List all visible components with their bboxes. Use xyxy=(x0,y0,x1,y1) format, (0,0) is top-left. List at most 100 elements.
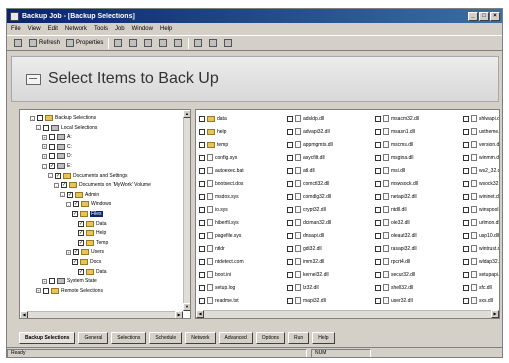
file-item[interactable]: ntdll.dll xyxy=(375,205,445,214)
scroll-up-icon[interactable]: ▲ xyxy=(183,110,190,118)
file-checkbox[interactable] xyxy=(287,271,293,278)
tree-checkbox[interactable] xyxy=(78,268,84,275)
tree-node[interactable]: - Windows xyxy=(66,200,111,208)
file-item[interactable]: io.sys xyxy=(199,205,269,214)
tab-help[interactable]: Help xyxy=(312,332,335,344)
file-checkbox[interactable] xyxy=(199,180,205,187)
file-checkbox[interactable] xyxy=(375,128,381,135)
file-item[interactable]: autoexec.bat xyxy=(199,166,269,175)
file-checkbox[interactable] xyxy=(375,245,381,252)
collapse-icon[interactable]: - xyxy=(42,163,47,169)
file-item[interactable]: ws2_32.dll xyxy=(463,166,499,175)
file-checkbox[interactable] xyxy=(287,180,293,187)
expand-icon[interactable]: + xyxy=(66,249,71,255)
file-item[interactable]: setup.log xyxy=(199,283,269,292)
tree-node[interactable]: - Documents and Settings xyxy=(48,172,127,180)
file-item[interactable]: comctl32.dll xyxy=(287,179,357,188)
file-checkbox[interactable] xyxy=(463,297,469,304)
file-checkbox[interactable] xyxy=(199,128,205,135)
file-item[interactable]: dnsapi.dll xyxy=(287,231,357,240)
file-item[interactable]: msi.dll xyxy=(375,166,445,175)
file-checkbox[interactable] xyxy=(375,193,381,200)
select-button[interactable] xyxy=(173,38,184,49)
tab-general[interactable]: General xyxy=(78,332,109,344)
file-checkbox[interactable] xyxy=(287,141,293,148)
refresh-button[interactable]: Refresh xyxy=(28,38,61,49)
file-checkbox[interactable] xyxy=(375,258,381,265)
file-item[interactable]: mscms.dll xyxy=(375,140,445,149)
expand-icon[interactable]: + xyxy=(42,278,47,284)
tree-vertical-scrollbar[interactable]: ▲ ▼ xyxy=(183,110,190,311)
file-checkbox[interactable] xyxy=(375,297,381,304)
tree-checkbox[interactable] xyxy=(37,115,43,121)
file-checkbox[interactable] xyxy=(287,167,293,174)
tree-checkbox[interactable] xyxy=(78,220,84,227)
expand-icon[interactable]: + xyxy=(42,144,47,150)
file-checkbox[interactable] xyxy=(287,115,293,122)
collapse-icon[interactable]: - xyxy=(30,115,35,121)
file-item[interactable]: temp xyxy=(199,140,269,149)
tree-node[interactable]: Help xyxy=(78,229,106,237)
tree-node[interactable]: - Backup Selections xyxy=(30,114,96,122)
file-item[interactable]: wsock32.dll xyxy=(463,179,499,188)
file-item[interactable]: dciman32.dll xyxy=(287,218,357,227)
file-checkbox[interactable] xyxy=(287,206,293,213)
file-checkbox[interactable] xyxy=(287,128,293,135)
tree-node[interactable]: + Users xyxy=(66,248,104,256)
file-item[interactable]: user32.dll xyxy=(375,296,445,305)
file-checkbox[interactable] xyxy=(463,193,469,200)
tree-node[interactable]: Files xyxy=(72,210,103,218)
file-item[interactable]: wintrust.dll xyxy=(463,244,499,253)
file-item[interactable]: kernel32.dll xyxy=(287,270,357,279)
minimize-button[interactable]: _ xyxy=(468,11,478,21)
tree-node[interactable]: Data xyxy=(78,220,107,228)
scroll-left-icon[interactable]: ◀ xyxy=(20,311,28,318)
copy-button[interactable] xyxy=(128,38,139,49)
tab-backup-selections[interactable]: Backup Selections xyxy=(19,332,76,344)
tab-run[interactable]: Run xyxy=(288,332,310,344)
tree-node[interactable]: + A: xyxy=(42,133,72,141)
tree-node[interactable]: + Remote Selections xyxy=(36,287,103,295)
file-item[interactable]: shlwapi.dll xyxy=(463,114,499,123)
menu-item-view[interactable]: View xyxy=(28,26,41,32)
file-item[interactable]: uxtheme.dll xyxy=(463,127,499,136)
file-item[interactable]: urlmon.dll xyxy=(463,218,499,227)
tree-node[interactable]: - Admin xyxy=(60,191,99,199)
title-bar[interactable]: Backup Job - [Backup Selections] _ □ × xyxy=(7,9,502,23)
file-checkbox[interactable] xyxy=(375,154,381,161)
file-item[interactable]: atl.dll xyxy=(287,166,357,175)
menu-item-tools[interactable]: Tools xyxy=(94,26,108,32)
tree-checkbox[interactable] xyxy=(55,172,61,179)
file-item[interactable]: lz32.dll xyxy=(287,283,357,292)
tree-checkbox[interactable] xyxy=(61,182,67,189)
collapse-icon[interactable]: - xyxy=(48,173,53,179)
tree-checkbox[interactable] xyxy=(73,201,79,208)
file-checkbox[interactable] xyxy=(287,219,293,226)
file-item[interactable]: netapi32.dll xyxy=(375,192,445,201)
tree-horizontal-scrollbar[interactable]: ◀ ▶ xyxy=(20,311,183,318)
save-button[interactable] xyxy=(13,38,24,49)
file-checkbox[interactable] xyxy=(463,232,469,239)
file-checkbox[interactable] xyxy=(463,271,469,278)
file-item[interactable]: ntdetect.com xyxy=(199,257,269,266)
tree-checkbox[interactable] xyxy=(73,249,79,256)
expand-icon[interactable]: + xyxy=(36,288,41,294)
file-item[interactable]: msasn1.dll xyxy=(375,127,445,136)
file-checkbox[interactable] xyxy=(199,232,205,239)
file-checkbox[interactable] xyxy=(199,271,205,278)
file-checkbox[interactable] xyxy=(199,219,205,226)
file-checkbox[interactable] xyxy=(463,219,469,226)
tree-node[interactable]: - Local Selections xyxy=(36,124,97,132)
file-item[interactable]: sxs.dll xyxy=(463,296,499,305)
file-checkbox[interactable] xyxy=(287,284,293,291)
tree-checkbox[interactable] xyxy=(49,278,55,285)
tree-checkbox[interactable] xyxy=(78,239,84,246)
file-item[interactable]: pagefile.sys xyxy=(199,231,269,240)
file-item[interactable]: crypt32.dll xyxy=(287,205,357,214)
cut-button[interactable] xyxy=(113,38,124,49)
file-checkbox[interactable] xyxy=(199,284,205,291)
tab-selections[interactable]: Selections xyxy=(111,332,147,344)
file-checkbox[interactable] xyxy=(287,193,293,200)
file-item[interactable]: help xyxy=(199,127,269,136)
file-item[interactable]: winmm.dll xyxy=(463,153,499,162)
